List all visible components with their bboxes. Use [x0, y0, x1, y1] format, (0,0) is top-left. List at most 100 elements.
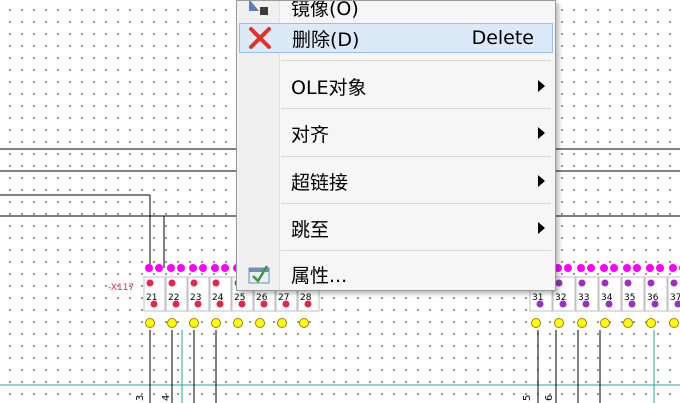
menu-separator	[281, 108, 551, 109]
terminal-pin[interactable]	[168, 279, 176, 287]
terminal-top-pin[interactable]	[610, 264, 618, 272]
connector-terminal[interactable]	[299, 318, 309, 328]
terminal-number: 27	[278, 293, 289, 303]
connector-terminal[interactable]	[233, 318, 243, 328]
terminal-top-pin[interactable]	[189, 264, 197, 272]
submenu-arrow-icon	[538, 222, 545, 234]
menu-label-mirror: 镜像(O)	[291, 0, 359, 20]
terminal-pin[interactable]	[670, 279, 678, 287]
menu-separator	[281, 60, 551, 61]
connector-terminal[interactable]	[255, 318, 265, 328]
wire-number-6: 6	[544, 395, 555, 401]
wire-number-4: 4	[161, 395, 172, 401]
terminal[interactable]: 36	[644, 264, 668, 328]
menu-item-jump-to[interactable]: 跳至	[239, 213, 553, 243]
terminal[interactable]: 35	[621, 264, 645, 328]
submenu-arrow-icon	[538, 127, 545, 139]
terminal-number: 35	[624, 293, 635, 303]
terminal[interactable]: 37	[667, 264, 680, 328]
terminal-number: 33	[578, 293, 589, 303]
terminal-number: 32	[555, 293, 566, 303]
terminal-number: 31	[532, 293, 543, 303]
mirror-icon	[249, 1, 268, 15]
terminal-top-pin[interactable]	[633, 264, 641, 272]
menu-item-properties[interactable]: 属性...	[239, 259, 553, 289]
terminal-top-pin[interactable]	[587, 264, 595, 272]
connector-terminal[interactable]	[167, 318, 177, 328]
terminal-top-pin[interactable]	[564, 264, 572, 272]
properties-icon	[248, 265, 270, 284]
terminal-number: 24	[212, 293, 224, 303]
menu-separator	[281, 156, 551, 157]
wire-number-3: 3	[135, 395, 146, 401]
connector-terminal[interactable]	[189, 318, 199, 328]
terminal-number: 23	[190, 293, 201, 303]
terminal-number: 34	[601, 293, 613, 303]
menu-item-ole-object[interactable]: OLE对象	[239, 71, 553, 101]
connector-terminal[interactable]	[554, 318, 564, 328]
terminal-top-pin[interactable]	[577, 264, 585, 272]
menu-separator	[281, 203, 551, 204]
terminal[interactable]: 32	[552, 264, 576, 328]
terminal-top-pin[interactable]	[623, 264, 631, 272]
menu-separator	[281, 250, 551, 251]
terminal-pin[interactable]	[146, 279, 154, 287]
terminal-top-pin[interactable]	[221, 264, 229, 272]
connector-terminal[interactable]	[669, 318, 679, 328]
connector-terminal[interactable]	[623, 318, 633, 328]
terminal-number: 22	[168, 293, 179, 303]
terminal[interactable]: 24	[209, 264, 232, 328]
terminal[interactable]: 21	[143, 264, 166, 328]
connector-terminal[interactable]	[531, 318, 541, 328]
terminal-top-pin[interactable]	[199, 264, 207, 272]
wire-number-5: 5	[522, 395, 533, 401]
terminal-number: 26	[256, 293, 268, 303]
terminal-top-pin[interactable]	[656, 264, 664, 272]
terminal[interactable]: 33	[575, 264, 599, 328]
terminal[interactable]: 23	[187, 264, 210, 328]
terminal-top-pin[interactable]	[646, 264, 654, 272]
menu-label-ole: OLE对象	[291, 76, 367, 99]
terminal-top-pin[interactable]	[600, 264, 608, 272]
menu-item-delete[interactable]: 删除(D) Delete	[239, 23, 553, 53]
menu-label-align: 对齐	[291, 123, 330, 146]
terminal-pin[interactable]	[624, 279, 632, 287]
connector-terminal[interactable]	[277, 318, 287, 328]
terminal-pin[interactable]	[578, 279, 586, 287]
menu-label-jump-to: 跳至	[291, 218, 330, 241]
submenu-arrow-icon	[538, 175, 545, 187]
terminal-top-pin[interactable]	[155, 264, 163, 272]
terminal-pin[interactable]	[212, 279, 220, 287]
terminal-pin[interactable]	[555, 279, 563, 287]
terminal[interactable]: 22	[165, 264, 188, 328]
menu-shortcut-delete: Delete	[471, 27, 534, 49]
terminal-pin[interactable]	[647, 279, 655, 287]
terminal-pin[interactable]	[190, 279, 198, 287]
terminal-top-pin[interactable]	[669, 264, 677, 272]
submenu-arrow-icon	[538, 80, 545, 92]
context-menu: 镜像(O) 删除(D) Delete OLE对象 对齐 超链接 跳至 属性...	[236, 0, 556, 291]
connector-terminal[interactable]	[577, 318, 587, 328]
terminal-number: 28	[300, 293, 312, 303]
terminal-pin[interactable]	[601, 279, 609, 287]
terminal-top-pin[interactable]	[167, 264, 175, 272]
menu-item-align[interactable]: 对齐	[239, 118, 553, 148]
menu-label-hyperlink: 超链接	[291, 171, 349, 194]
connector-terminal[interactable]	[646, 318, 656, 328]
delete-x-icon	[249, 27, 271, 49]
menu-item-mirror[interactable]: 镜像(O)	[239, 0, 553, 22]
terminal-number: 21	[146, 293, 157, 303]
connector-terminal[interactable]	[211, 318, 221, 328]
menu-label-properties: 属性...	[291, 264, 348, 287]
teal-drops	[181, 330, 655, 403]
terminal-number: 25	[234, 293, 245, 303]
menu-label-delete: 删除(D)	[292, 28, 360, 51]
connector-terminal[interactable]	[145, 318, 155, 328]
connector-terminal[interactable]	[600, 318, 610, 328]
terminal-top-pin[interactable]	[211, 264, 219, 272]
menu-item-hyperlink[interactable]: 超链接	[239, 166, 553, 196]
device-label: -X117	[108, 283, 135, 293]
terminal[interactable]: 34	[598, 264, 622, 328]
terminal-top-pin[interactable]	[145, 264, 153, 272]
terminal-top-pin[interactable]	[177, 264, 185, 272]
